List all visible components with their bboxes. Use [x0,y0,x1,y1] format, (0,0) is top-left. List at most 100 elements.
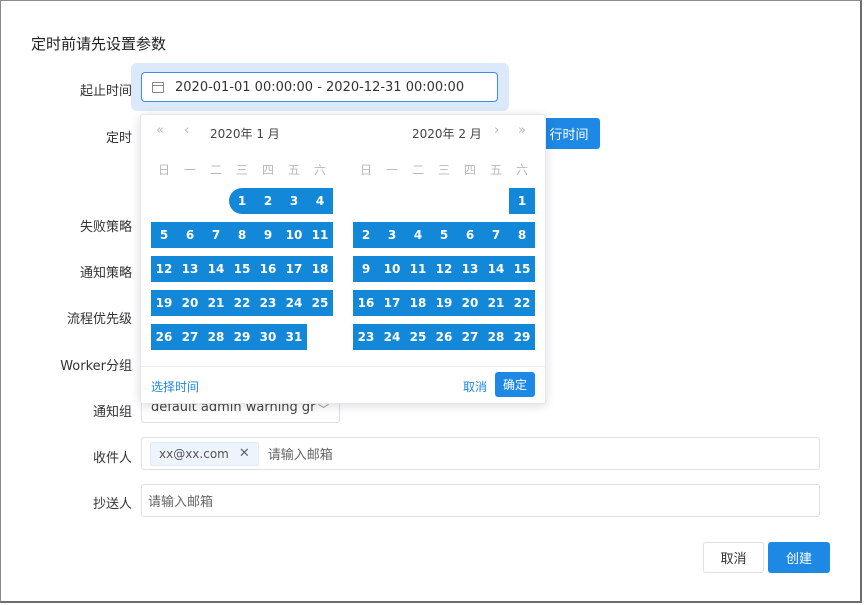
left-day-cell[interactable]: 30 [255,324,281,350]
right-weekday-header: 五 [489,163,502,177]
right-day-cell[interactable]: 22 [509,290,535,316]
left-day-cell[interactable]: 3 [281,188,307,214]
receivers-input[interactable]: xx@xx.com ✕ 请输入邮箱 [141,437,820,470]
receiver-tag-label: xx@xx.com [159,446,229,461]
right-weekday-header: 日 [359,163,372,177]
left-day-cell[interactable]: 24 [281,290,307,316]
right-day-cell[interactable]: 28 [483,324,509,350]
prev-year-icon[interactable]: « [156,123,164,138]
right-day-cell[interactable]: 1 [509,188,535,214]
left-day-cell[interactable]: 28 [203,324,229,350]
left-day-cell[interactable]: 8 [229,222,255,248]
left-day-cell[interactable]: 19 [151,290,177,316]
right-day-cell[interactable]: 9 [353,256,379,282]
prev-month-icon[interactable]: ‹ [184,123,189,138]
cc-label: 抄送人 [92,497,132,512]
left-day-cell[interactable]: 22 [229,290,255,316]
left-day-cell[interactable]: 26 [151,324,177,350]
run-time-button[interactable]: 行时间 [538,118,600,149]
left-day-cell[interactable]: 2 [255,188,281,214]
right-day-cell[interactable]: 4 [405,222,431,248]
left-weekday-header: 三 [235,163,248,177]
right-weekday-header: 三 [437,163,450,177]
right-day-cell[interactable]: 12 [431,256,457,282]
left-day-cell[interactable]: 13 [177,256,203,282]
right-day-cell[interactable]: 10 [379,256,405,282]
right-day-cell[interactable]: 11 [405,256,431,282]
right-day-cell[interactable]: 21 [483,290,509,316]
left-day-cell[interactable]: 18 [307,256,333,282]
left-weekday-header: 日 [157,163,170,177]
create-button[interactable]: 创建 [768,542,830,573]
left-day-cell[interactable]: 27 [177,324,203,350]
right-day-cell[interactable]: 2 [353,222,379,248]
left-day-cell[interactable]: 6 [177,222,203,248]
right-day-cell[interactable]: 6 [457,222,483,248]
left-weekday-header: 二 [209,163,222,177]
select-time-link[interactable]: 选择时间 [151,378,199,395]
left-day-cell[interactable]: 17 [281,256,307,282]
right-weekday-header: 二 [411,163,424,177]
picker-footer-divider [141,366,545,367]
dialog-title: 定时前请先设置参数 [31,35,167,53]
right-day-cell[interactable]: 20 [457,290,483,316]
right-day-cell[interactable]: 27 [457,324,483,350]
range-label: 起止时间 [79,84,132,99]
left-day-cell[interactable]: 16 [255,256,281,282]
left-month-title: 2020年 1 月 [210,127,280,141]
left-weekday-header: 四 [261,163,274,177]
left-day-cell[interactable]: 21 [203,290,229,316]
left-day-cell[interactable]: 5 [151,222,177,248]
next-year-icon[interactable]: » [518,123,526,138]
right-day-cell[interactable]: 5 [431,222,457,248]
right-weekday-header: 四 [463,163,476,177]
worker-group-label: Worker分组 [60,359,132,374]
left-day-cell[interactable]: 15 [229,256,255,282]
calendar-icon [152,81,164,93]
notify-strategy-label: 通知策略 [79,266,132,281]
left-weekday-header: 一 [183,163,196,177]
right-day-cell[interactable]: 19 [431,290,457,316]
right-day-cell[interactable]: 18 [405,290,431,316]
right-day-cell[interactable]: 13 [457,256,483,282]
left-day-cell[interactable]: 29 [229,324,255,350]
right-weekday-header: 六 [515,163,528,177]
cc-placeholder: 请输入邮箱 [148,495,214,510]
right-day-cell[interactable]: 24 [379,324,405,350]
left-day-cell[interactable]: 4 [307,188,333,214]
cancel-button[interactable]: 取消 [703,542,764,573]
notify-group-label: 通知组 [92,405,132,420]
left-weekday-header: 五 [287,163,300,177]
right-day-cell[interactable]: 29 [509,324,535,350]
left-day-cell[interactable]: 14 [203,256,229,282]
left-day-cell[interactable]: 23 [255,290,281,316]
left-day-cell[interactable]: 10 [281,222,307,248]
right-day-cell[interactable]: 15 [509,256,535,282]
close-icon[interactable]: ✕ [239,446,250,461]
right-day-cell[interactable]: 26 [431,324,457,350]
left-day-cell[interactable]: 31 [281,324,307,350]
right-day-cell[interactable]: 7 [483,222,509,248]
left-day-cell[interactable]: 20 [177,290,203,316]
right-day-cell[interactable]: 3 [379,222,405,248]
left-day-cell[interactable]: 7 [203,222,229,248]
picker-cancel-link[interactable]: 取消 [463,378,487,395]
right-day-cell[interactable]: 16 [353,290,379,316]
receiver-tag: xx@xx.com ✕ [150,441,259,466]
priority-label: 流程优先级 [66,312,132,327]
date-range-input[interactable]: 2020-01-01 00:00:00 - 2020-12-31 00:00:0… [141,72,498,102]
picker-ok-button[interactable]: 确定 [495,372,535,397]
right-day-cell[interactable]: 23 [353,324,379,350]
next-month-icon[interactable]: › [494,123,499,138]
left-day-cell[interactable]: 25 [307,290,333,316]
right-day-cell[interactable]: 25 [405,324,431,350]
right-day-cell[interactable]: 17 [379,290,405,316]
cc-input[interactable]: 请输入邮箱 [141,484,820,517]
left-day-cell[interactable]: 11 [307,222,333,248]
right-day-cell[interactable]: 8 [509,222,535,248]
left-day-cell[interactable]: 1 [229,188,255,214]
receivers-placeholder: 请输入邮箱 [267,448,333,463]
right-day-cell[interactable]: 14 [483,256,509,282]
left-day-cell[interactable]: 9 [255,222,281,248]
left-day-cell[interactable]: 12 [151,256,177,282]
